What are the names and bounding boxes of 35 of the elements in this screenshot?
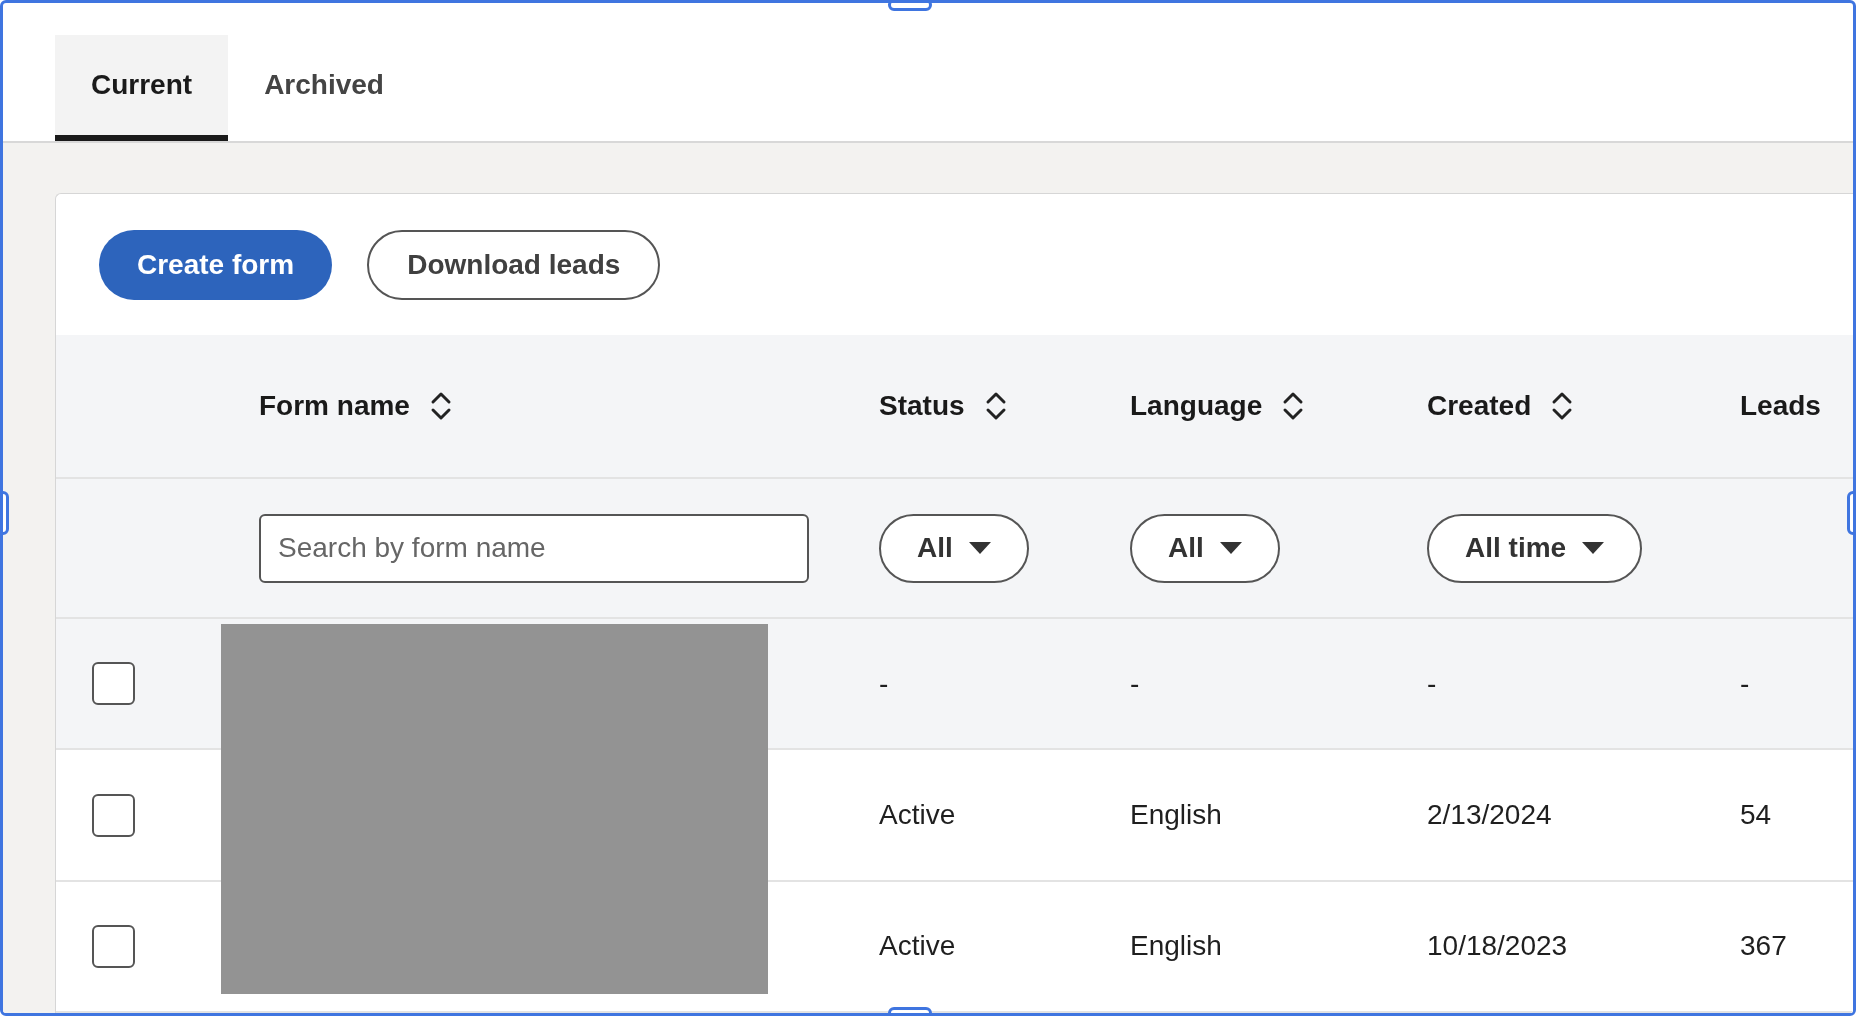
filter-dropdown[interactable]: All [1130,513,1280,583]
caret-icon [1582,542,1605,555]
sort-icon[interactable] [984,391,1007,421]
table-cell-text: - [1427,666,1438,701]
table-cell-text: Active [879,929,957,964]
download-leads-button[interactable]: Download leads [367,230,661,300]
row-checkbox[interactable] [92,924,135,968]
table-cell-text: 10/18/2023 [1427,929,1569,964]
column-header: Status [879,389,965,423]
filter-dropdown[interactable]: All [879,513,1029,583]
caret-icon [968,542,991,555]
filter-dropdown[interactable]: All time [1427,513,1643,583]
row-checkbox[interactable] [92,662,135,706]
create-form-button[interactable]: Create form [99,230,333,300]
table-cell-text: 2/13/2024 [1427,798,1553,833]
caret-icon [1219,542,1242,555]
search-field[interactable]: Search by form name [259,513,809,583]
tab[interactable]: Current [55,35,229,141]
table-cell-text: English [1130,798,1223,833]
sort-icon[interactable] [429,391,452,421]
sort-icon[interactable] [1282,391,1305,421]
tab[interactable]: Archived [228,35,420,141]
table-cell-text: Active [879,798,957,833]
table-cell-text: 367 [1740,929,1788,964]
column-header: Created [1427,389,1532,423]
column-header: Language [1130,389,1263,423]
table-cell-text: 54 [1740,798,1773,833]
column-header: Leads [1740,389,1821,423]
row-checkbox[interactable] [92,793,135,837]
table-cell-text: - [879,666,890,701]
table-cell-text: - [1130,666,1141,701]
sort-icon[interactable] [1551,391,1574,421]
table-cell-text: English [1130,929,1223,964]
table-cell-text: - [1740,666,1751,701]
column-header: Form name [259,389,410,423]
